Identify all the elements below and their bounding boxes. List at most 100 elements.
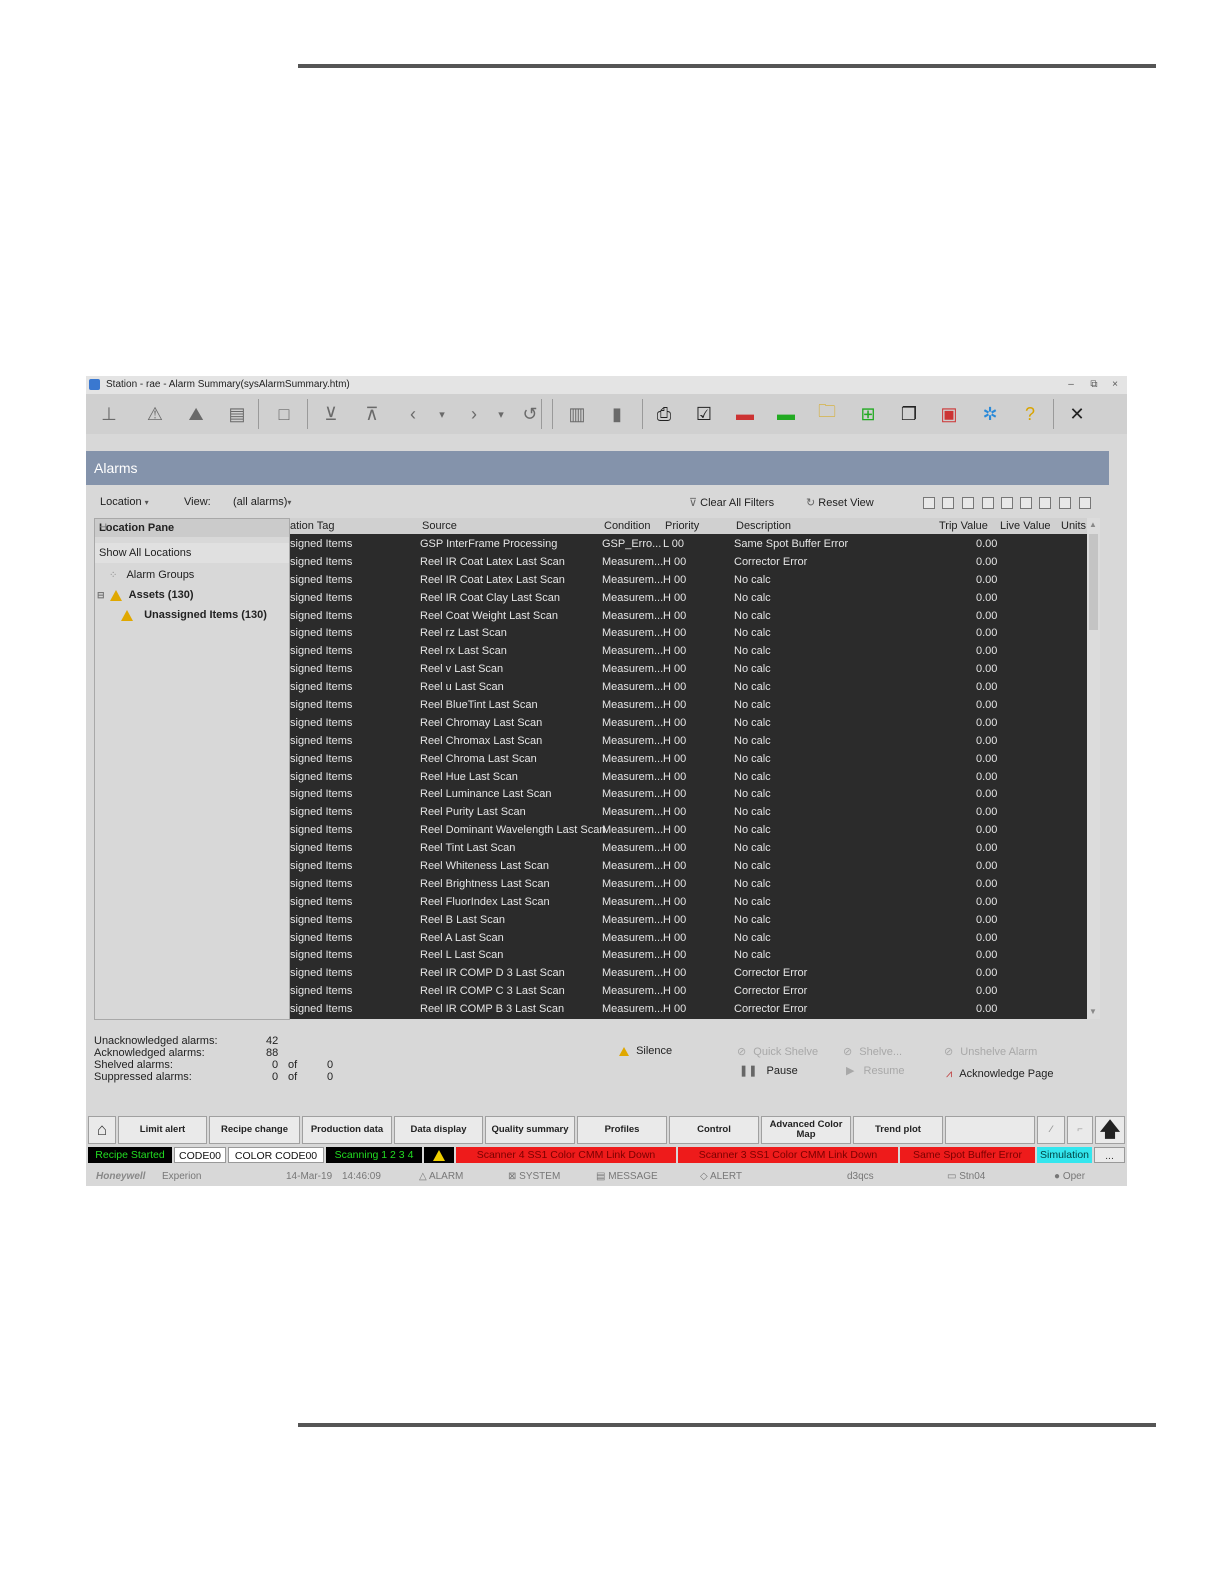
config-icon[interactable]: ✲	[977, 402, 1003, 426]
view-option-icon[interactable]	[923, 497, 935, 509]
table-row[interactable]: signed Items Reel Chromax Last Scan Measur…	[290, 733, 1100, 751]
minimize-button[interactable]: –	[1063, 378, 1079, 392]
status-message-1[interactable]: Scanner 4 SS1 Color CMM Link Down	[456, 1147, 676, 1163]
table-row[interactable]: signed Items Reel Chromay Last Scan Measur…	[290, 715, 1100, 733]
table-row[interactable]: signed Items Reel IR Coat Clay Last Scan M…	[290, 590, 1100, 608]
table-row[interactable]: signed Items Reel Luminance Last Scan Meas…	[290, 786, 1100, 804]
table-row[interactable]: signed Items Reel IR COMP C 3 Last Scan Me…	[290, 983, 1100, 1001]
view-option-icon[interactable]	[982, 497, 994, 509]
nav-advanced-color-map[interactable]: Advanced Color Map	[761, 1116, 851, 1144]
checklist-icon[interactable]: ☑	[691, 402, 717, 426]
table-row[interactable]: signed Items GSP InterFrame Processing GSP…	[290, 536, 1100, 554]
view-option-icon[interactable]	[942, 497, 954, 509]
table-row[interactable]: signed Items Reel rx Last Scan Measurem...…	[290, 643, 1100, 661]
table-row[interactable]: signed Items Reel rz Last Scan Measurem...…	[290, 625, 1100, 643]
print-icon[interactable]: ⎙	[651, 402, 677, 426]
red-display-icon[interactable]: ▣	[936, 402, 962, 426]
display-icon[interactable]: ▤	[224, 402, 250, 426]
collapse-icon[interactable]: ⊟	[97, 590, 105, 600]
forward-dropdown-icon[interactable]: ▾	[488, 402, 514, 426]
status-message-2[interactable]: Scanner 3 SS1 Color CMM Link Down	[678, 1147, 898, 1163]
resume-button[interactable]: ▶ Resume	[846, 1064, 905, 1077]
table-row[interactable]: signed Items Reel FluorIndex Last Scan Mea…	[290, 894, 1100, 912]
col-live-value[interactable]: Live Value	[1000, 520, 1051, 532]
close-window-button[interactable]: ×	[1107, 378, 1123, 392]
scroll-down-icon[interactable]: ▼	[1089, 1007, 1097, 1016]
red-panel-icon[interactable]: ▬	[732, 402, 758, 426]
nav-control[interactable]: Control	[669, 1116, 759, 1144]
nav-slash-icon[interactable]: ⁄	[1037, 1116, 1065, 1144]
pause-button[interactable]: ❚❚ Pause	[739, 1064, 798, 1077]
nav-recipe-change[interactable]: Recipe change	[209, 1116, 300, 1144]
table-row[interactable]: signed Items Reel Whiteness Last Scan Meas…	[290, 858, 1100, 876]
hierarchy-icon[interactable]: ⊥	[96, 402, 122, 426]
reset-view-button[interactable]: ↻ Reset View	[806, 496, 874, 509]
view-option-icon[interactable]	[1020, 497, 1032, 509]
footer-system[interactable]: ⊠ SYSTEM	[508, 1171, 560, 1182]
unshelve-button[interactable]: ⊘ Unshelve Alarm	[944, 1045, 1037, 1058]
footer-alert[interactable]: ◇ ALERT	[700, 1171, 742, 1182]
tree-item-unassigned[interactable]: Unassigned Items (130)	[121, 609, 267, 621]
tree-item-alarm-groups[interactable]: ⁘ Alarm Groups	[109, 569, 194, 581]
checkbox-up-icon[interactable]: ⊼	[359, 402, 385, 426]
restore-button[interactable]: ⧉	[1086, 378, 1102, 392]
table-row[interactable]: signed Items Reel Hue Last Scan Measurem..…	[290, 769, 1100, 787]
print-view-icon[interactable]	[1059, 497, 1071, 509]
table-row[interactable]: signed Items Reel IR COMP B 3 Last Scan Me…	[290, 1001, 1100, 1019]
status-message-3[interactable]: Same Spot Buffer Error	[900, 1147, 1035, 1163]
back-icon[interactable]: ‹	[400, 402, 426, 426]
table-row[interactable]: signed Items Reel B Last Scan Measurem... H…	[290, 912, 1100, 930]
trend-icon[interactable]: ▥	[564, 402, 590, 426]
refresh-icon[interactable]: ↺	[517, 402, 543, 426]
view-option-icon[interactable]	[1001, 497, 1013, 509]
scroll-up-icon[interactable]: ▲	[1089, 520, 1097, 529]
columns-icon[interactable]: ▮	[604, 402, 630, 426]
table-row[interactable]: signed Items Reel Dominant Wavelength Las…	[290, 822, 1100, 840]
table-row[interactable]: signed Items Reel IR Coat Latex Last Scan…	[290, 572, 1100, 590]
col-units[interactable]: Units	[1061, 520, 1086, 532]
nav-profiles[interactable]: Profiles	[577, 1116, 667, 1144]
windows-icon[interactable]: ❐	[896, 402, 922, 426]
location-filter[interactable]: Location ▾	[100, 496, 149, 508]
table-row[interactable]: signed Items Reel Coat Weight Last Scan Me…	[290, 608, 1100, 626]
home-button[interactable]: ⌂	[88, 1116, 116, 1144]
group-display-icon[interactable]: ⊞	[855, 402, 881, 426]
clear-filters-button[interactable]: ⊽ Clear All Filters	[689, 496, 774, 509]
nav-production-data[interactable]: Production data	[302, 1116, 392, 1144]
footer-alarm[interactable]: △ ALARM	[419, 1171, 463, 1182]
table-row[interactable]: signed Items Reel Purity Last Scan Measure…	[290, 804, 1100, 822]
view-option-icon[interactable]	[1039, 497, 1051, 509]
nav-quality-summary[interactable]: Quality summary	[485, 1116, 575, 1144]
acknowledge-page-button[interactable]: ⩘ Acknowledge Page	[946, 1068, 1053, 1081]
forward-icon[interactable]: ›	[461, 402, 487, 426]
table-row[interactable]: signed Items Reel A Last Scan Measurem... H…	[290, 930, 1100, 948]
nav-limit-alert[interactable]: Limit alert	[118, 1116, 207, 1144]
table-row[interactable]: signed Items Reel IR COMP D 3 Last Scan Me…	[290, 965, 1100, 983]
show-all-locations[interactable]: Show All Locations	[95, 543, 289, 563]
print-preview-icon[interactable]	[1079, 497, 1091, 509]
view-option-icon[interactable]	[962, 497, 974, 509]
status-more-button[interactable]: ...	[1094, 1147, 1125, 1163]
col-description[interactable]: Description	[736, 520, 791, 532]
checkbox-down-icon[interactable]: ⊻	[318, 402, 344, 426]
up-arrow-icon[interactable]: 🡅	[1095, 1116, 1125, 1144]
col-source[interactable]: Source	[422, 520, 457, 532]
shelve-button[interactable]: ⊘ Shelve...	[843, 1045, 902, 1058]
alarm-icon[interactable]: ⚠	[142, 402, 168, 426]
col-trip-value[interactable]: Trip Value	[939, 520, 988, 532]
table-row[interactable]: signed Items Reel IR Coat Latex Last Scan…	[290, 554, 1100, 572]
help-icon[interactable]: ?	[1017, 402, 1043, 426]
col-tag[interactable]: ation Tag	[290, 520, 334, 532]
square-icon[interactable]: □	[271, 402, 297, 426]
table-row[interactable]: signed Items Reel BlueTint Last Scan Measu…	[290, 697, 1100, 715]
nav-trend-plot[interactable]: Trend plot	[853, 1116, 943, 1144]
vertical-scrollbar[interactable]: ▲ ▼	[1087, 518, 1100, 1019]
footer-message[interactable]: ▤ MESSAGE	[596, 1171, 658, 1182]
view-select[interactable]: (all alarms)▾	[233, 496, 291, 508]
folder-icon[interactable]: 🗀	[814, 401, 840, 426]
scroll-thumb[interactable]	[1089, 534, 1098, 630]
col-priority[interactable]: Priority	[665, 520, 699, 532]
table-row[interactable]: signed Items Reel L Last Scan Measurem... H…	[290, 947, 1100, 965]
nav-empty-slot[interactable]	[945, 1116, 1035, 1144]
nav-data-display[interactable]: Data display	[394, 1116, 483, 1144]
